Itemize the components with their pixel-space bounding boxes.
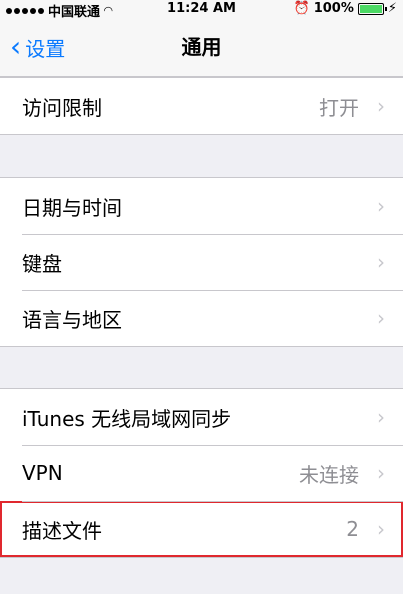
- settings-group-network: iTunes 无线局域网同步 › VPN 未连接 › 描述文件 2 ›: [0, 388, 403, 558]
- list-item-language-region[interactable]: 语言与地区 ›: [0, 290, 403, 346]
- navigation-bar: ‹ 设置 通用: [0, 18, 403, 77]
- chevron-right-icon: ›: [377, 517, 385, 541]
- list-item-detail: 打开: [319, 95, 359, 120]
- chevron-right-icon: ›: [377, 194, 385, 218]
- list-item-label: iTunes 无线局域网同步: [22, 406, 232, 431]
- list-item-detail: 未连接: [299, 462, 359, 487]
- list-item-vpn[interactable]: VPN 未连接 ›: [0, 445, 403, 501]
- chevron-right-icon: ›: [377, 250, 385, 274]
- list-item-label: 日期与时间: [22, 195, 122, 220]
- status-bar: 中国联通 ◠ 11:24 AM ⏰ 100% ⚡: [0, 0, 403, 20]
- chevron-right-icon: ›: [377, 461, 385, 485]
- list-item-date-time[interactable]: 日期与时间 ›: [0, 178, 403, 234]
- chevron-right-icon: ›: [377, 405, 385, 429]
- charging-icon: ⚡: [387, 1, 397, 16]
- settings-group-datetime: 日期与时间 › 键盘 › 语言与地区 ›: [0, 177, 403, 347]
- settings-group-restrictions: 访问限制 打开 ›: [0, 77, 403, 135]
- list-item-detail: 2: [346, 517, 359, 541]
- list-item-label: 描述文件: [22, 518, 102, 543]
- list-item-restrictions[interactable]: 访问限制 打开 ›: [0, 78, 403, 134]
- alarm-icon: ⏰: [293, 1, 310, 16]
- chevron-right-icon: ›: [377, 94, 385, 118]
- list-item-label: 语言与地区: [22, 307, 122, 332]
- battery-percent: 100%: [313, 1, 354, 16]
- chevron-right-icon: ›: [377, 306, 385, 330]
- battery-icon: [357, 2, 387, 15]
- battery-area: ⏰ 100% ⚡: [294, 1, 398, 16]
- list-item-label: 访问限制: [22, 95, 102, 120]
- list-item-itunes-wifi-sync[interactable]: iTunes 无线局域网同步 ›: [0, 389, 403, 445]
- list-item-keyboard[interactable]: 键盘 ›: [0, 234, 403, 290]
- list-item-label: 键盘: [22, 251, 62, 276]
- page-title: 通用: [181, 35, 222, 59]
- list-item-label: VPN: [22, 461, 63, 485]
- list-item-profiles[interactable]: 描述文件 2 ›: [0, 501, 403, 557]
